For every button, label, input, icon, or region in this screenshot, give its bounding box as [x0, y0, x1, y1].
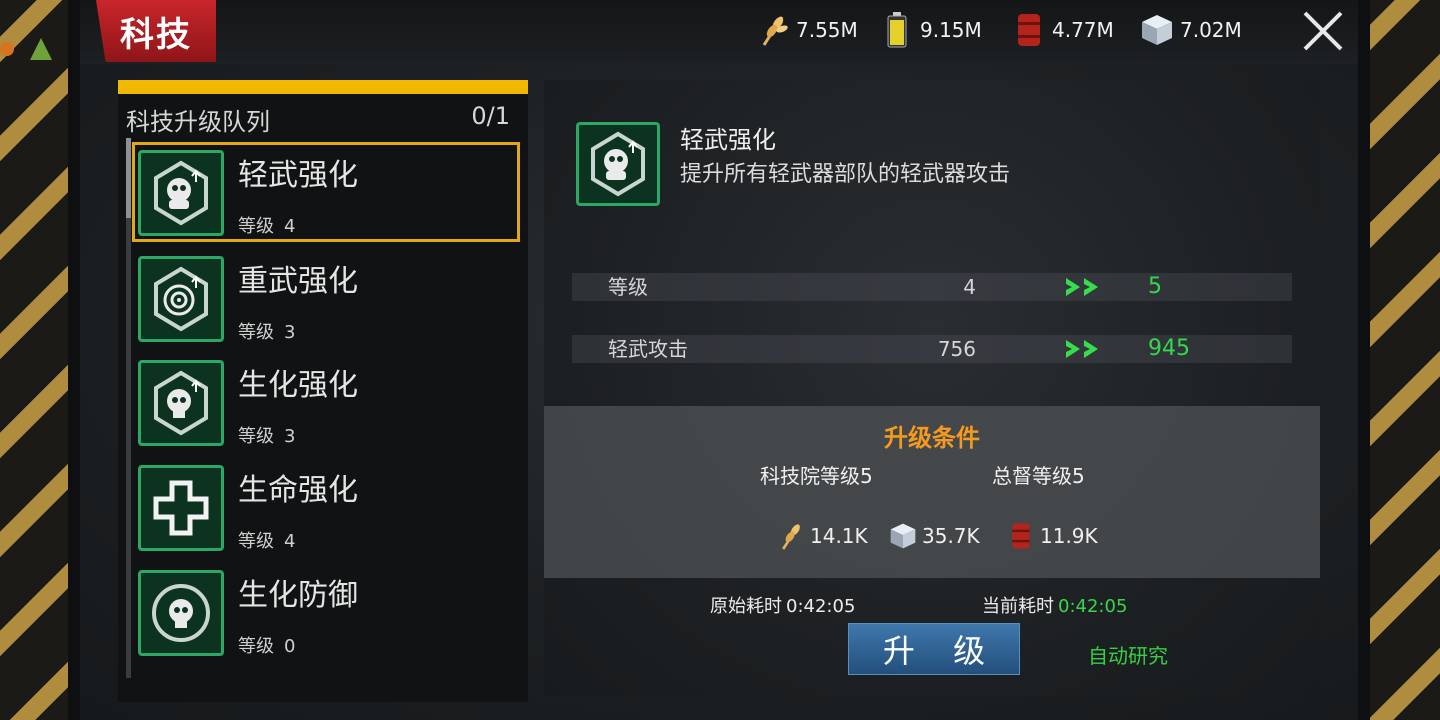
skull-gasmask-upgrade-icon	[576, 122, 660, 206]
page-title: 科技	[96, 0, 216, 62]
resource-wheat: 7.55M	[756, 10, 858, 50]
steel-cube-icon	[1140, 13, 1174, 47]
current-time: 当前耗时 0:42:05	[982, 596, 1128, 617]
tech-item-level: 等级 3	[238, 426, 296, 447]
detail-title: 轻武强化	[680, 126, 776, 154]
cost-wheat-value: 14.1K	[810, 524, 868, 548]
double-chevron-right-icon	[1066, 278, 1098, 296]
detail-description: 提升所有轻武器部队的轻武器攻击	[680, 162, 1011, 187]
original-time: 原始耗时 0:42:05	[710, 596, 856, 617]
tech-list-scrollbar[interactable]	[126, 138, 131, 678]
resource-steel-value: 7.02M	[1180, 18, 1242, 42]
queue-count: 0/1	[471, 102, 510, 130]
stat-next: 945	[1148, 336, 1190, 361]
double-chevron-right-icon	[1066, 340, 1098, 358]
resource-steel: 7.02M	[1140, 10, 1242, 50]
cost-steel-value: 35.7K	[922, 524, 980, 548]
tech-item-life-enhance[interactable]: 生命强化 等级 4	[132, 457, 520, 557]
stat-label: 等级	[608, 275, 648, 299]
tech-item-level: 等级 4	[238, 531, 296, 552]
battery-icon	[880, 12, 914, 48]
queue-title: 科技升级队列	[126, 108, 270, 136]
tech-item-name: 生化防御	[238, 578, 358, 613]
auto-research-button[interactable]: 自动研究	[1088, 640, 1168, 669]
tech-item-name: 生命强化	[238, 473, 358, 508]
resource-battery: 9.15M	[880, 10, 982, 50]
skull-gasmask-upgrade-icon	[138, 150, 224, 236]
stat-next: 5	[1148, 274, 1162, 299]
steel-cube-icon	[888, 521, 918, 551]
medical-cross-icon	[138, 465, 224, 551]
tech-list-scroll-thumb[interactable]	[126, 138, 131, 218]
close-icon	[1303, 11, 1343, 51]
tech-item-heavy-weapons[interactable]: 重武强化 等级 3	[132, 248, 520, 348]
requirement-academy-level: 科技院等级5	[760, 464, 873, 488]
tech-item-biochem-enhance[interactable]: 生化强化 等级 3	[132, 352, 520, 452]
tech-item-level: 等级 3	[238, 322, 296, 343]
stat-row-level: 等级 4 5	[572, 273, 1292, 301]
resource-battery-value: 9.15M	[920, 18, 982, 42]
wheat-icon	[756, 13, 790, 47]
hazard-stripe-right	[1358, 0, 1440, 720]
wheat-icon	[776, 521, 806, 551]
resource-oil-value: 4.77M	[1052, 18, 1114, 42]
upgrade-button[interactable]: 升 级	[848, 623, 1020, 675]
tech-item-biochem-defense[interactable]: 生化防御 等级 0	[132, 562, 520, 662]
cost-wheat: 14.1K	[776, 520, 868, 552]
panel-accent-bar	[118, 80, 528, 94]
requirement-governor-level: 总督等级5	[992, 464, 1085, 488]
skull-upgrade-icon	[138, 360, 224, 446]
cost-oil-value: 11.9K	[1040, 524, 1098, 548]
tech-item-name: 重武强化	[238, 264, 358, 299]
hazard-stripe-left	[0, 0, 80, 720]
stat-current: 4	[963, 275, 976, 299]
resource-oil: 4.77M	[1012, 10, 1114, 50]
conditions-title: 升级条件	[884, 424, 980, 452]
cost-steel: 35.7K	[888, 520, 980, 552]
tech-item-name: 轻武强化	[238, 158, 358, 193]
oil-barrel-icon	[1006, 521, 1036, 551]
stat-label: 轻武攻击	[608, 337, 688, 361]
tech-item-level: 等级 4	[238, 216, 296, 237]
skull-shield-icon	[138, 570, 224, 656]
stat-row-attack: 轻武攻击 756 945	[572, 335, 1292, 363]
tech-item-level: 等级 0	[238, 636, 296, 657]
corner-decoration	[0, 32, 60, 72]
tech-item-name: 生化强化	[238, 368, 358, 403]
target-upgrade-icon	[138, 256, 224, 342]
close-button[interactable]	[1300, 8, 1346, 54]
upgrade-conditions: 升级条件 科技院等级5 总督等级5 14.1K 35.7K 11.9K	[544, 406, 1320, 578]
cost-oil: 11.9K	[1006, 520, 1098, 552]
resource-wheat-value: 7.55M	[796, 18, 858, 42]
tech-detail-panel: 轻武强化 提升所有轻武器部队的轻武器攻击 等级 4 5 轻武攻击 756 945…	[544, 80, 1320, 696]
oil-barrel-icon	[1012, 13, 1046, 47]
tech-list-panel: 科技升级队列 0/1 轻武强化 等级 4 重武强化 等级 3 生化强化 等级 3 生命…	[118, 80, 528, 702]
stat-current: 756	[937, 337, 976, 361]
tech-item-light-weapons[interactable]: 轻武强化 等级 4	[132, 142, 520, 242]
